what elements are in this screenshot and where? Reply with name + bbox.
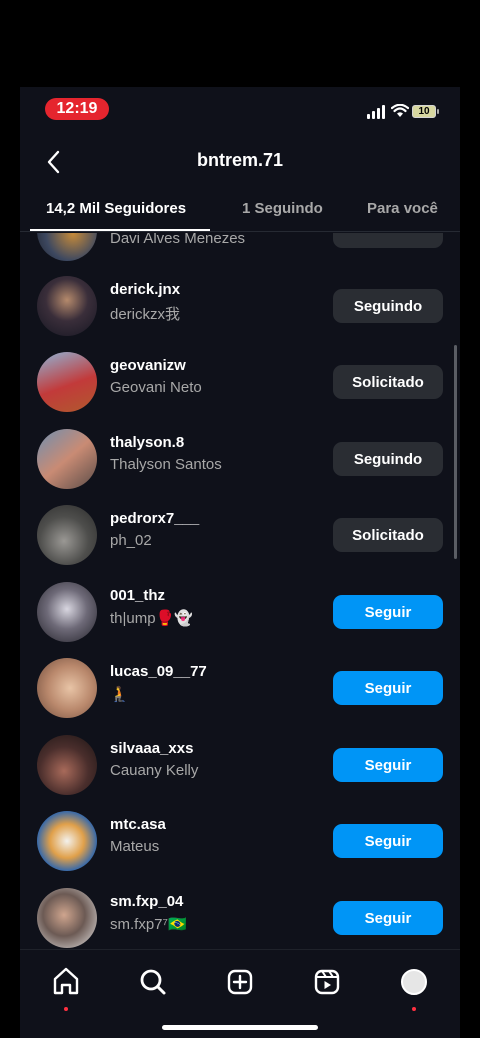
avatar[interactable] bbox=[37, 888, 97, 948]
search-icon bbox=[140, 969, 166, 995]
list-item[interactable]: Davi Alves Menezes bbox=[20, 233, 460, 269]
avatar[interactable] bbox=[37, 735, 97, 795]
follower-username[interactable]: derick.jnx bbox=[110, 281, 180, 298]
follower-full-name: th|ump🥊👻 bbox=[110, 610, 193, 627]
tab-bar: 14,2 Mil Seguidores 1 Seguindo Para você bbox=[20, 193, 460, 233]
follower-username[interactable]: mtc.asa bbox=[110, 816, 166, 833]
signal-icon bbox=[367, 105, 387, 119]
following-button[interactable]: Seguindo bbox=[333, 442, 443, 476]
reels-icon bbox=[314, 969, 340, 995]
requested-button[interactable]: Solicitado bbox=[333, 365, 443, 399]
avatar[interactable] bbox=[37, 352, 97, 412]
list-item[interactable]: derick.jnx derickzx我 Seguindo bbox=[20, 268, 460, 344]
avatar[interactable] bbox=[37, 811, 97, 871]
tab-followers[interactable]: 14,2 Mil Seguidores bbox=[46, 200, 186, 217]
nav-home[interactable] bbox=[46, 962, 86, 1011]
following-button[interactable]: Seguindo bbox=[333, 289, 443, 323]
follower-full-name: derickzx我 bbox=[110, 306, 181, 323]
nav-reels[interactable] bbox=[307, 962, 347, 1002]
profile-avatar-icon bbox=[401, 969, 427, 995]
header: bntrem.71 bbox=[20, 137, 460, 187]
battery-tip bbox=[437, 109, 439, 114]
wifi-icon bbox=[391, 104, 409, 117]
status-bar: 12:19 10 bbox=[20, 87, 460, 133]
follower-username[interactable]: geovanizw bbox=[110, 357, 186, 374]
list-item[interactable]: lucas_09__77 🧎 Seguir bbox=[20, 650, 460, 726]
battery-icon: 10 bbox=[412, 105, 436, 118]
follow-button[interactable]: Seguir bbox=[333, 595, 443, 629]
follow-button[interactable]: Seguir bbox=[333, 671, 443, 705]
list-item[interactable]: mtc.asa Mateus Seguir bbox=[20, 803, 460, 879]
follower-full-name: Davi Alves Menezes bbox=[110, 233, 246, 247]
requested-button[interactable]: Solicitado bbox=[333, 518, 443, 552]
nav-create[interactable] bbox=[220, 962, 260, 1002]
avatar[interactable] bbox=[37, 505, 97, 565]
follower-full-name: Mateus bbox=[110, 838, 160, 855]
follow-button[interactable]: Seguir bbox=[333, 901, 443, 935]
home-indicator bbox=[162, 1025, 318, 1030]
scrollbar[interactable] bbox=[454, 345, 457, 559]
list-item[interactable]: geovanizw Geovani Neto Solicitado bbox=[20, 344, 460, 420]
follower-username[interactable]: lucas_09__77 bbox=[110, 663, 207, 680]
follow-status-button[interactable] bbox=[333, 233, 443, 248]
tab-following[interactable]: 1 Seguindo bbox=[242, 200, 323, 217]
follow-button[interactable]: Seguir bbox=[333, 824, 443, 858]
list-item[interactable]: thalyson.8 Thalyson Santos Seguindo bbox=[20, 421, 460, 497]
status-time: 12:19 bbox=[45, 98, 109, 120]
list-item[interactable]: sm.fxp_04 sm.fxp7⁷🇧🇷 Seguir bbox=[20, 880, 460, 949]
create-icon bbox=[227, 969, 253, 995]
list-item[interactable]: pedrorx7___ ph_02 Solicitado bbox=[20, 497, 460, 573]
follower-username[interactable]: thalyson.8 bbox=[110, 434, 184, 451]
tab-for-you[interactable]: Para você bbox=[367, 200, 438, 217]
nav-search[interactable] bbox=[133, 962, 173, 1002]
list-item[interactable]: silvaaa_xxs Cauany Kelly Seguir bbox=[20, 727, 460, 803]
follower-username[interactable]: 001_thz bbox=[110, 587, 165, 604]
bottom-nav bbox=[20, 949, 460, 1038]
follow-button[interactable]: Seguir bbox=[333, 748, 443, 782]
follower-full-name: sm.fxp7⁷🇧🇷 bbox=[110, 916, 187, 933]
follower-full-name: 🧎 bbox=[110, 686, 129, 703]
avatar[interactable] bbox=[37, 658, 97, 718]
avatar[interactable] bbox=[37, 233, 97, 261]
nav-profile[interactable] bbox=[394, 962, 434, 1011]
follower-full-name: Geovani Neto bbox=[110, 379, 202, 396]
screen: 12:19 10 bntrem.71 14,2 Mil Seguidores 1… bbox=[20, 87, 460, 1038]
list-item[interactable]: 001_thz th|ump🥊👻 Seguir bbox=[20, 574, 460, 650]
avatar[interactable] bbox=[37, 429, 97, 489]
page-title: bntrem.71 bbox=[196, 150, 284, 170]
notification-dot bbox=[64, 1007, 68, 1011]
avatar[interactable] bbox=[37, 276, 97, 336]
followers-list[interactable]: Davi Alves Menezes derick.jnx derickzx我 … bbox=[20, 233, 460, 949]
follower-username[interactable]: pedrorx7___ bbox=[110, 510, 199, 527]
tab-divider bbox=[20, 231, 460, 232]
follower-full-name: ph_02 bbox=[110, 532, 152, 549]
home-icon bbox=[53, 967, 79, 995]
avatar[interactable] bbox=[37, 582, 97, 642]
follower-username[interactable]: silvaaa_xxs bbox=[110, 740, 193, 757]
follower-full-name: Cauany Kelly bbox=[110, 762, 199, 779]
notification-dot bbox=[412, 1007, 416, 1011]
follower-full-name: Thalyson Santos bbox=[110, 456, 222, 473]
follower-username[interactable]: sm.fxp_04 bbox=[110, 893, 183, 910]
